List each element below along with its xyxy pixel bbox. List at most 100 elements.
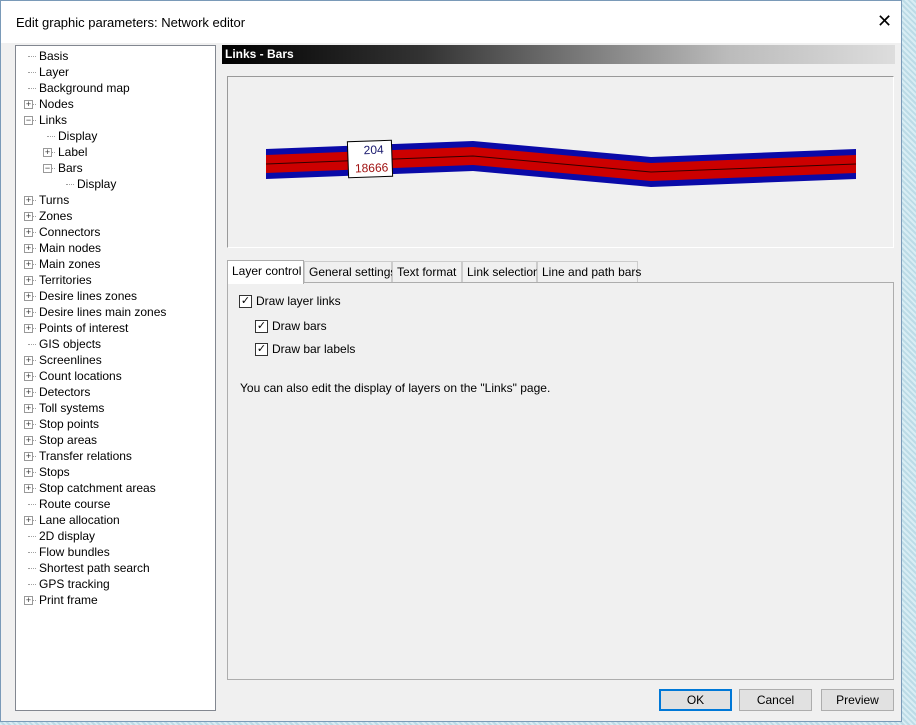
tree-item[interactable]: Print frame — [39, 592, 98, 608]
tree-connector — [28, 88, 36, 89]
tree-item[interactable]: GPS tracking — [39, 576, 110, 592]
ok-button[interactable]: OK — [659, 689, 732, 711]
draw-bar-labels-label: Draw bar labels — [272, 342, 356, 356]
tree-item[interactable]: Stop points — [39, 416, 99, 432]
expand-icon[interactable]: + — [24, 468, 33, 477]
tree-connector — [28, 584, 36, 585]
tree-item[interactable]: Display — [58, 128, 97, 144]
tree-item[interactable]: Stops — [39, 464, 70, 480]
tab-text-format[interactable]: Text format — [392, 261, 462, 283]
tree-item[interactable]: Flow bundles — [39, 544, 110, 560]
expand-icon[interactable]: + — [24, 356, 33, 365]
section-header: Links - Bars — [222, 45, 895, 64]
tab-layer-control[interactable]: Layer control — [227, 260, 304, 284]
expand-icon[interactable]: + — [24, 452, 33, 461]
draw-bars-label: Draw bars — [272, 319, 327, 333]
tree-item[interactable]: 2D display — [39, 528, 95, 544]
expand-icon[interactable]: + — [24, 324, 33, 333]
draw-bar-labels-checkbox[interactable]: ✓ Draw bar labels — [255, 342, 355, 356]
tree-item[interactable]: Count locations — [39, 368, 122, 384]
tree-item[interactable]: Turns — [39, 192, 69, 208]
tree-item[interactable]: Desire lines zones — [39, 288, 137, 304]
tree-item[interactable]: Basis — [39, 48, 68, 64]
tree-item[interactable]: Lane allocation — [39, 512, 120, 528]
tree-item[interactable]: Detectors — [39, 384, 90, 400]
tab-general-settings[interactable]: General settings — [304, 261, 396, 283]
expand-icon[interactable]: + — [24, 372, 33, 381]
expand-icon[interactable]: + — [24, 228, 33, 237]
parameter-tree[interactable]: Basis Layer Background map + Nodes − Links Disp… — [15, 45, 216, 711]
tree-item[interactable]: Stop areas — [39, 432, 97, 448]
tree-connector — [47, 136, 55, 137]
expand-icon[interactable]: + — [24, 404, 33, 413]
tree-item[interactable]: Links — [39, 112, 67, 128]
tree-item[interactable]: Transfer relations — [39, 448, 132, 464]
tree-connector — [28, 568, 36, 569]
expand-icon[interactable]: + — [24, 292, 33, 301]
expand-icon[interactable]: + — [24, 484, 33, 493]
draw-layer-links-label: Draw layer links — [256, 294, 341, 308]
tree-connector — [66, 184, 74, 185]
layer-note: You can also edit the display of layers … — [240, 381, 551, 395]
tree-connector — [28, 504, 36, 505]
bar-label-top: 204 — [363, 143, 384, 158]
tree-connector — [28, 344, 36, 345]
expand-icon[interactable]: + — [24, 388, 33, 397]
tree-item[interactable]: Toll systems — [39, 400, 104, 416]
tree-connector — [28, 536, 36, 537]
preview-button[interactable]: Preview — [821, 689, 894, 711]
tree-item[interactable]: Route course — [39, 496, 110, 512]
tree-item[interactable]: Display — [77, 176, 116, 192]
bar-preview-canvas: 204 18666 — [265, 139, 857, 187]
expand-icon[interactable]: + — [24, 244, 33, 253]
tree-connector — [28, 72, 36, 73]
checkmark-icon: ✓ — [255, 319, 268, 333]
tree-item[interactable]: Zones — [39, 208, 72, 224]
layer-control-panel: ✓ Draw layer links ✓ Draw bars ✓ Draw bar l… — [227, 282, 894, 680]
tree-item[interactable]: Layer — [39, 64, 69, 80]
tree-item[interactable]: Stop catchment areas — [39, 480, 156, 496]
tab-line-and-path-bars[interactable]: Line and path bars — [537, 261, 641, 283]
tree-item[interactable]: Screenlines — [39, 352, 102, 368]
expand-icon[interactable]: + — [24, 596, 33, 605]
dialog-title: Edit graphic parameters: Network editor — [16, 15, 246, 30]
expand-icon[interactable]: + — [24, 196, 33, 205]
tree-item[interactable]: Connectors — [39, 224, 100, 240]
expand-icon[interactable]: + — [24, 212, 33, 221]
tree-item[interactable]: Shortest path search — [39, 560, 150, 576]
checkmark-icon: ✓ — [239, 294, 252, 308]
expand-icon[interactable]: + — [24, 516, 33, 525]
draw-layer-links-checkbox[interactable]: ✓ Draw layer links — [239, 294, 341, 308]
collapse-icon[interactable]: − — [24, 116, 33, 125]
title-bar: Edit graphic parameters: Network editor … — [1, 1, 901, 43]
tree-connector — [28, 552, 36, 553]
expand-icon[interactable]: + — [24, 420, 33, 429]
tree-item[interactable]: Label — [58, 144, 87, 160]
tab-link-selection[interactable]: Link selection — [462, 261, 540, 283]
expand-icon[interactable]: + — [24, 308, 33, 317]
expand-icon[interactable]: + — [24, 100, 33, 109]
tree-item[interactable]: Background map — [39, 80, 130, 96]
draw-bars-checkbox[interactable]: ✓ Draw bars — [255, 319, 327, 333]
expand-icon[interactable]: + — [43, 148, 52, 157]
bar-label-bottom: 18666 — [355, 160, 389, 175]
tree-item[interactable]: Main nodes — [39, 240, 101, 256]
tree-item[interactable]: Main zones — [39, 256, 100, 272]
edit-graphic-parameters-dialog: Edit graphic parameters: Network editor … — [0, 0, 902, 722]
tree-connector — [28, 56, 36, 57]
close-icon[interactable]: ✕ — [877, 11, 892, 32]
checkmark-icon: ✓ — [255, 342, 268, 356]
expand-icon[interactable]: + — [24, 436, 33, 445]
tree-item[interactable]: Nodes — [39, 96, 74, 112]
collapse-icon[interactable]: − — [43, 164, 52, 173]
bar-preview: 204 18666 — [227, 76, 894, 248]
expand-icon[interactable]: + — [24, 260, 33, 269]
bar-label-box: 204 18666 — [346, 139, 394, 179]
cancel-button[interactable]: Cancel — [739, 689, 812, 711]
tree-item[interactable]: Points of interest — [39, 320, 128, 336]
tree-item[interactable]: GIS objects — [39, 336, 101, 352]
tree-item[interactable]: Desire lines main zones — [39, 304, 166, 320]
tree-item[interactable]: Territories — [39, 272, 92, 288]
expand-icon[interactable]: + — [24, 276, 33, 285]
tree-item[interactable]: Bars — [58, 160, 83, 176]
